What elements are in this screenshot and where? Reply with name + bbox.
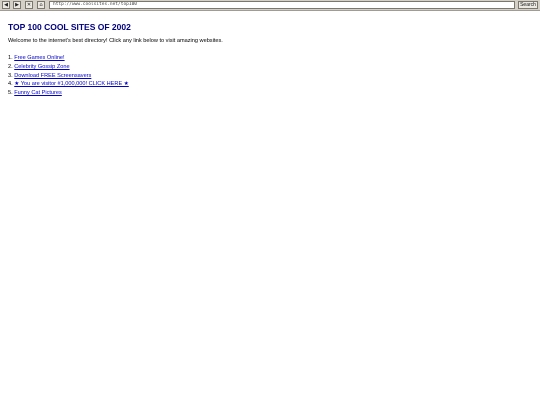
list-item: 1. Free Games Online! [8,54,528,63]
list-item-number: 2. [8,63,13,70]
link-funny-cats[interactable]: Funny Cat Pictures [14,90,62,96]
forward-arrow-icon[interactable]: ▶ [13,1,21,9]
list-item-number: 3. [8,72,13,79]
browser-toolbar: ◀ ▶ ✕ ⌂ http://www.coolsites.net/top100 … [0,0,540,11]
stop-icon[interactable]: ✕ [25,1,33,9]
page-title: TOP 100 COOL SITES OF 2002 [8,22,131,32]
search-button[interactable]: Search [518,1,538,9]
home-icon[interactable]: ⌂ [37,1,45,9]
intro-text: Welcome to the internet's best directory… [8,38,223,44]
list-item: 5. Funny Cat Pictures [8,89,528,98]
address-bar-input[interactable]: http://www.coolsites.net/top100 [49,1,515,9]
link-celebrity-gossip[interactable]: Celebrity Gossip Zone [14,64,69,70]
link-free-games[interactable]: Free Games Online! [14,55,64,61]
list-item: 4. ★ You are visitor #1,000,000! CLICK H… [8,80,528,89]
list-item: 3. Download FREE Screensavers [8,72,528,81]
list-item-number: 1. [8,55,13,61]
page-content: TOP 100 COOL SITES OF 2002 Welcome to th… [8,22,528,98]
site-list: 1. Free Games Online! 2. Celebrity Gossi… [8,54,528,98]
list-item-number: 5. [8,90,13,97]
back-arrow-icon[interactable]: ◀ [2,1,10,9]
list-item: 2. Celebrity Gossip Zone [8,63,528,72]
link-visitor-prize[interactable]: ★ You are visitor #1,000,000! CLICK HERE… [14,81,129,87]
list-item-number: 4. [8,81,13,88]
link-free-screensavers[interactable]: Download FREE Screensavers [14,73,91,79]
